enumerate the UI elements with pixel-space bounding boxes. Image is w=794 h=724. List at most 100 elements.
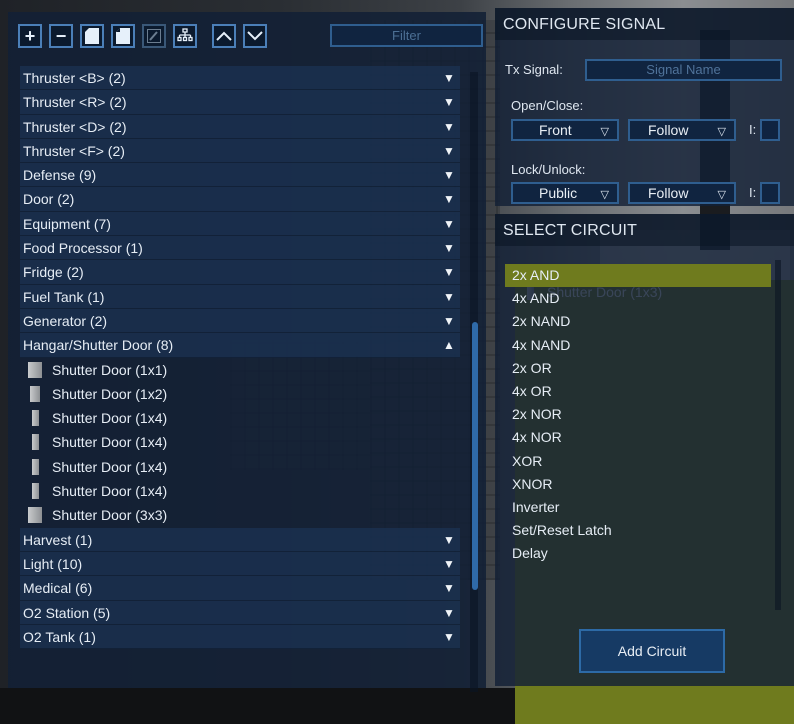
category-row[interactable]: Thruster <B> (2) ▼ (20, 66, 460, 91)
row-label: Hangar/Shutter Door (8) (23, 337, 174, 354)
row-label: Shutter Door (1x2) (52, 385, 168, 402)
expand-arrow-icon[interactable]: ▼ (442, 309, 456, 333)
row-label: Shutter Door (1x4) (52, 434, 168, 451)
expand-arrow-icon[interactable]: ▼ (442, 601, 456, 625)
expand-arrow-icon[interactable]: ▼ (442, 260, 456, 284)
block-item-row[interactable]: Shutter Door (1x1) (20, 358, 460, 382)
circuit-item[interactable]: 2x NOR (505, 403, 771, 426)
expand-arrow-icon[interactable]: ▼ (442, 66, 456, 90)
open-close-invert-checkbox[interactable] (760, 119, 780, 141)
circuit-item[interactable]: XNOR (505, 473, 771, 496)
category-row[interactable]: Defense (9) ▼ (20, 163, 460, 188)
category-row[interactable]: Harvest (1) ▼ (20, 527, 460, 552)
row-label: Thruster <F> (2) (23, 142, 125, 159)
block-item-row[interactable]: Shutter Door (1x4) (20, 479, 460, 503)
circuit-item[interactable]: Delay (505, 542, 771, 565)
lock-unlock-access-value: Public (539, 185, 578, 201)
circuit-item[interactable]: 2x OR (505, 357, 771, 380)
circuit-item[interactable]: 4x AND (505, 287, 771, 310)
expand-arrow-icon[interactable]: ▼ (442, 236, 456, 260)
circuit-item[interactable]: 4x NOR (505, 426, 771, 449)
category-row[interactable]: Food Processor (1) ▼ (20, 236, 460, 261)
circuit-item[interactable]: Set/Reset Latch (505, 519, 771, 542)
category-row[interactable]: Hangar/Shutter Door (8) ▲ (20, 333, 460, 358)
shutter-door-icon (32, 434, 39, 451)
move-up-icon[interactable] (212, 24, 236, 48)
add-icon[interactable]: + (18, 24, 42, 48)
chevron-down-icon: ▽ (600, 189, 609, 201)
category-row[interactable]: Equipment (7) ▼ (20, 211, 460, 237)
circuit-item[interactable]: 2x NAND (505, 310, 771, 333)
circuit-scrollbar[interactable] (775, 260, 781, 610)
shutter-door-icon (32, 483, 39, 500)
category-row[interactable]: Fridge (2) ▼ (20, 260, 460, 285)
group-icon[interactable] (173, 24, 197, 48)
block-item-row[interactable]: Shutter Door (1x4) (20, 455, 460, 479)
select-circuit-panel: SELECT CIRCUIT 2x AND 4x AND 2x NAND 4x NAN… (495, 214, 794, 686)
toolbar: + − (18, 24, 274, 48)
open-close-label: Open/Close: (511, 98, 584, 113)
category-row[interactable]: Fuel Tank (1) ▼ (20, 284, 460, 309)
shutter-door-icon (28, 507, 42, 524)
category-row[interactable]: Medical (6) ▼ (20, 576, 460, 601)
copy-icon[interactable] (80, 24, 104, 48)
category-row[interactable]: Door (2) ▼ (20, 187, 460, 212)
category-row[interactable]: Thruster <R> (2) ▼ (20, 90, 460, 115)
row-label: Shutter Door (3x3) (52, 507, 168, 524)
expand-arrow-icon[interactable]: ▼ (442, 285, 456, 309)
block-item-row[interactable]: Shutter Door (3x3) (20, 503, 460, 527)
row-label: Food Processor (1) (23, 240, 143, 257)
filter-input[interactable] (330, 24, 483, 47)
circuit-item[interactable]: 4x OR (505, 380, 771, 403)
list-scrollbar-thumb[interactable] (472, 322, 478, 590)
block-item-row[interactable]: Shutter Door (1x4) (20, 406, 460, 430)
expand-arrow-icon[interactable]: ▼ (442, 115, 456, 139)
row-label: O2 Tank (1) (23, 628, 96, 645)
lock-unlock-invert-checkbox[interactable] (760, 182, 780, 204)
row-label: Shutter Door (1x4) (52, 483, 168, 500)
category-row[interactable]: O2 Station (5) ▼ (20, 600, 460, 625)
open-close-side-dropdown[interactable]: Front ▽ (511, 119, 619, 141)
open-close-mode-dropdown[interactable]: Follow ▽ (628, 119, 736, 141)
lock-unlock-mode-dropdown[interactable]: Follow ▽ (628, 182, 736, 204)
lock-unlock-invert-label: I: (749, 185, 757, 200)
circuit-item[interactable]: XOR (505, 450, 771, 473)
rename-icon[interactable] (142, 24, 166, 48)
expand-arrow-icon[interactable]: ▼ (442, 163, 456, 187)
expand-arrow-icon[interactable]: ▼ (442, 187, 456, 211)
lock-unlock-access-dropdown[interactable]: Public ▽ (511, 182, 619, 204)
shutter-door-icon (32, 458, 39, 475)
expand-arrow-icon[interactable]: ▼ (442, 139, 456, 163)
expand-arrow-icon[interactable]: ▼ (442, 212, 456, 236)
category-row[interactable]: Thruster <D> (2) ▼ (20, 114, 460, 139)
category-row[interactable]: Light (10) ▼ (20, 551, 460, 577)
circuit-item[interactable]: 4x NAND (505, 334, 771, 357)
collapse-arrow-icon[interactable]: ▲ (442, 333, 456, 357)
block-item-row[interactable]: Shutter Door (1x2) (20, 382, 460, 406)
open-close-invert-label: I: (749, 122, 757, 137)
circuit-item[interactable]: Inverter (505, 496, 771, 519)
circuit-item[interactable]: 2x AND (505, 264, 771, 288)
row-label: Thruster <R> (2) (23, 94, 127, 111)
row-label: O2 Station (5) (23, 604, 111, 621)
category-row[interactable]: Generator (2) ▼ (20, 308, 460, 334)
shutter-door-icon (32, 410, 39, 427)
chevron-down-icon: ▽ (717, 189, 726, 201)
expand-arrow-icon[interactable]: ▼ (442, 625, 456, 649)
block-item-row[interactable]: Shutter Door (1x4) (20, 430, 460, 454)
expand-arrow-icon[interactable]: ▼ (442, 528, 456, 552)
add-circuit-button[interactable]: Add Circuit (579, 629, 725, 673)
category-row[interactable]: O2 Tank (1) ▼ (20, 624, 460, 650)
remove-icon[interactable]: − (49, 24, 73, 48)
chevron-down-icon: ▽ (600, 126, 609, 138)
paste-icon[interactable] (111, 24, 135, 48)
row-label: Defense (9) (23, 167, 97, 184)
expand-arrow-icon[interactable]: ▼ (442, 576, 456, 600)
expand-arrow-icon[interactable]: ▼ (442, 552, 456, 576)
lock-unlock-mode-value: Follow (648, 185, 689, 201)
move-down-icon[interactable] (243, 24, 267, 48)
tx-signal-input[interactable]: Signal Name (585, 59, 782, 81)
circuit-list: 2x AND 4x AND 2x NAND 4x NAND 2x OR 4x OR 2x N… (505, 264, 771, 565)
expand-arrow-icon[interactable]: ▼ (442, 90, 456, 114)
category-row[interactable]: Thruster <F> (2) ▼ (20, 138, 460, 164)
